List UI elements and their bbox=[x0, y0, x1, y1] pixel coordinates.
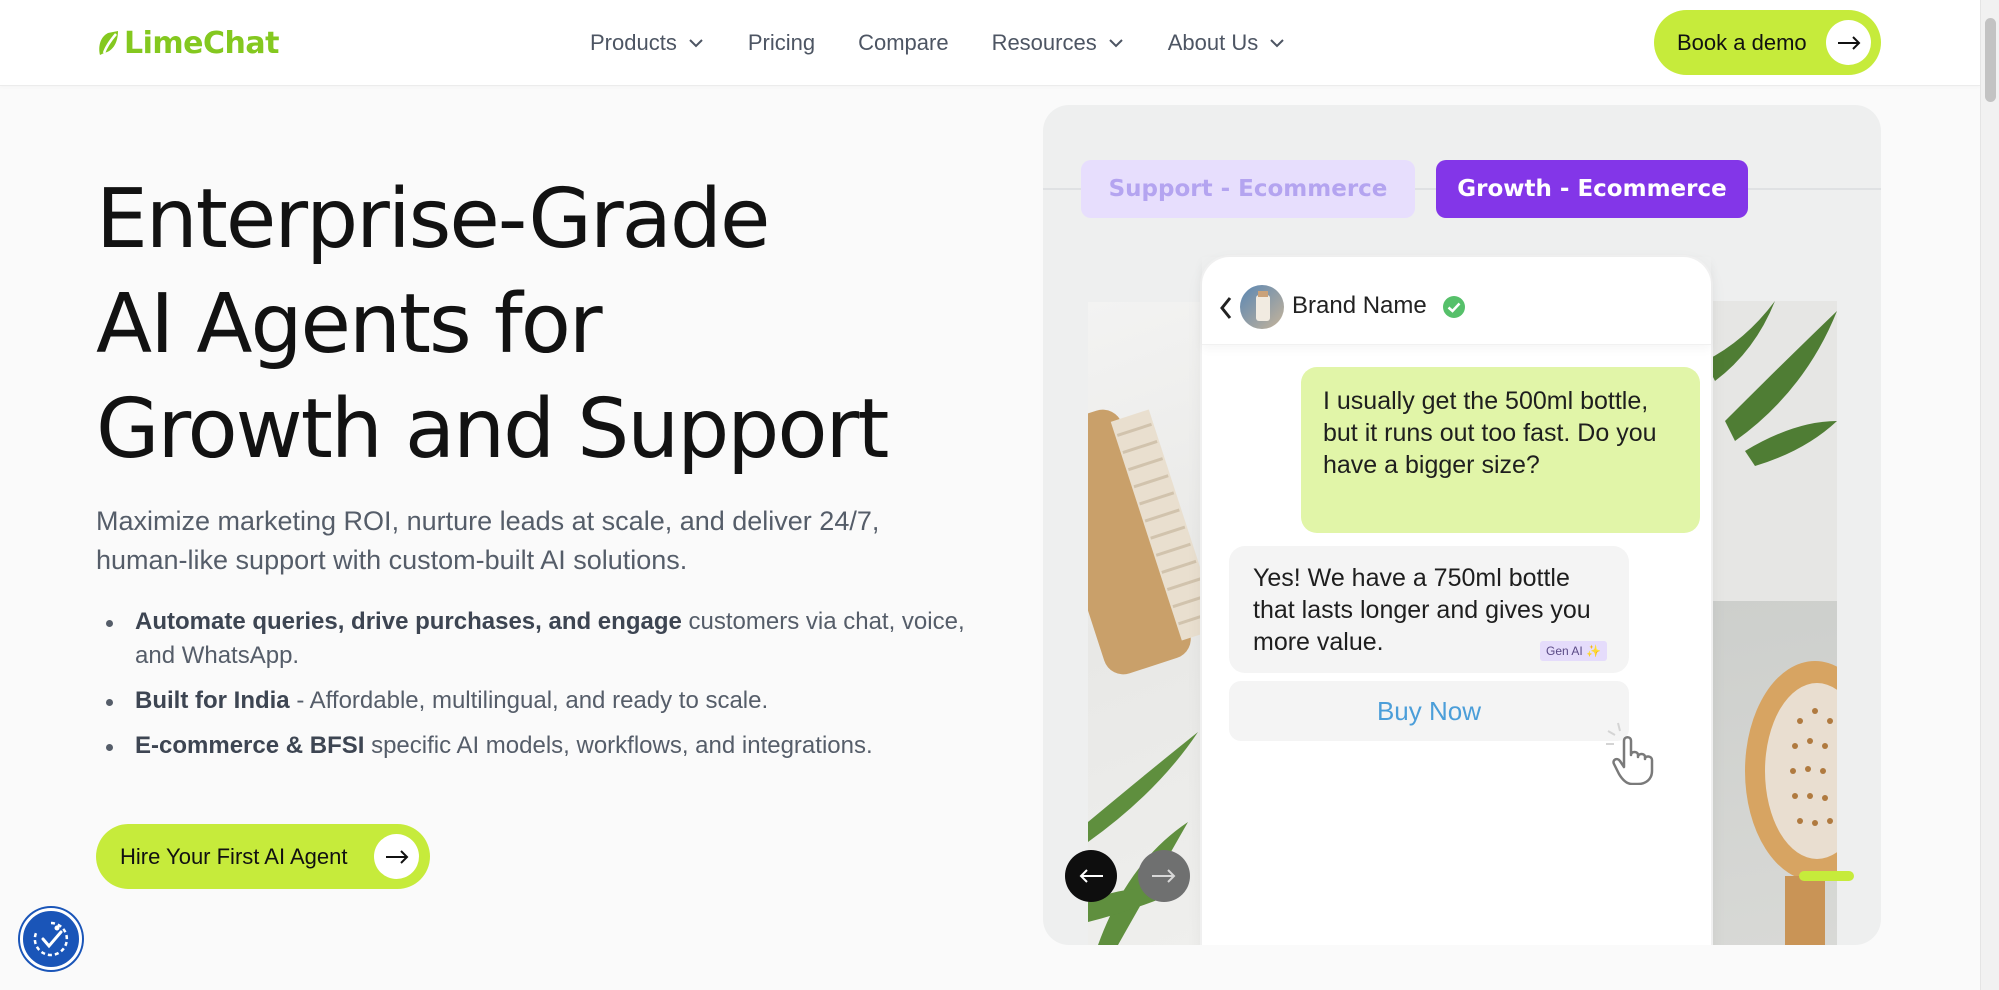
hero-title-line-2: AI Agents for bbox=[96, 277, 603, 372]
tab-support-ecommerce[interactable]: Support - Ecommerce bbox=[1081, 160, 1415, 218]
nav-products[interactable]: Products bbox=[590, 30, 705, 56]
carousel-next-button[interactable] bbox=[1138, 850, 1190, 902]
nav-pricing-label: Pricing bbox=[747, 30, 816, 55]
hero-title-line-1: Enterprise-Grade bbox=[96, 172, 770, 267]
chevron-down-icon bbox=[1109, 39, 1123, 48]
demo-carousel: Support - Ecommerce Growth - Ecommerce B… bbox=[1043, 105, 1881, 945]
verified-check-icon bbox=[1443, 296, 1465, 318]
carousel-prev-button[interactable] bbox=[1065, 850, 1117, 902]
book-demo-button[interactable]: Book a demo bbox=[1654, 10, 1881, 75]
leaf-logo-icon bbox=[99, 31, 118, 55]
chevron-down-icon bbox=[689, 39, 703, 48]
logo[interactable]: LimeChat bbox=[96, 24, 279, 62]
book-demo-label: Book a demo bbox=[1677, 29, 1807, 55]
product-image-right bbox=[1705, 301, 1837, 945]
arrow-right-icon bbox=[1826, 20, 1871, 65]
user-message-bubble: I usually get the 500ml bottle, but it r… bbox=[1301, 367, 1700, 533]
chevron-down-icon bbox=[1270, 39, 1284, 48]
pointer-hand-icon bbox=[1606, 722, 1654, 785]
carousel-progress-indicator bbox=[1799, 871, 1854, 881]
feature-item: Built for India - Affordable, multilingu… bbox=[96, 684, 976, 718]
nav-resources-label: Resources bbox=[991, 30, 1097, 55]
nav-products-label: Products bbox=[590, 30, 677, 55]
site-header: LimeChat Products Pricing Compare Resour… bbox=[0, 0, 1980, 86]
brand-avatar bbox=[1240, 285, 1284, 329]
chat-phone-mockup: Brand Name I usually get the 500ml bottl… bbox=[1202, 257, 1711, 945]
nav-compare-label: Compare bbox=[858, 30, 949, 55]
chat-header: Brand Name bbox=[1202, 257, 1711, 345]
feature-item-text: - Affordable, multilingual, and ready to… bbox=[289, 687, 769, 714]
feature-list: Automate queries, drive purchases, and e… bbox=[96, 605, 976, 774]
scrollbar-thumb[interactable] bbox=[1985, 18, 1996, 102]
hire-ai-agent-button[interactable]: Hire Your First AI Agent bbox=[96, 824, 430, 889]
accessibility-icon bbox=[33, 921, 69, 957]
back-chevron-icon[interactable] bbox=[1218, 295, 1234, 321]
feature-item-text: specific AI models, workflows, and integ… bbox=[364, 732, 873, 759]
feature-item-bold: E-commerce & BFSI bbox=[135, 732, 365, 759]
arrow-right-icon bbox=[1152, 869, 1176, 883]
hire-ai-agent-label: Hire Your First AI Agent bbox=[120, 843, 348, 869]
arrow-right-icon bbox=[374, 834, 419, 879]
nav-about-us[interactable]: About Us bbox=[1168, 30, 1287, 56]
feature-item: Automate queries, drive purchases, and e… bbox=[96, 605, 976, 673]
tab-growth-ecommerce[interactable]: Growth - Ecommerce bbox=[1436, 160, 1748, 218]
main-nav: Products Pricing Compare Resources About… bbox=[590, 22, 1329, 64]
nav-compare[interactable]: Compare bbox=[858, 30, 948, 56]
hero-title-line-3: Growth and Support bbox=[96, 382, 889, 477]
feature-item-bold: Automate queries, drive purchases, and e… bbox=[135, 608, 682, 635]
hero-subtitle: Maximize marketing ROI, nurture leads at… bbox=[96, 506, 880, 575]
nav-pricing[interactable]: Pricing bbox=[748, 30, 815, 56]
page-scrollbar[interactable] bbox=[1980, 0, 1999, 990]
arrow-left-icon bbox=[1079, 869, 1103, 883]
nav-resources[interactable]: Resources bbox=[992, 30, 1125, 56]
logo-text: LimeChat bbox=[124, 25, 279, 61]
feature-item: E-commerce & BFSI specific AI models, wo… bbox=[96, 729, 976, 763]
brand-name: Brand Name bbox=[1292, 292, 1427, 319]
buy-now-button[interactable]: Buy Now bbox=[1229, 681, 1629, 741]
gen-ai-badge: Gen AI ✨ bbox=[1540, 641, 1607, 661]
product-image-left bbox=[1088, 302, 1208, 945]
feature-item-bold: Built for India bbox=[135, 687, 290, 714]
accessibility-button[interactable] bbox=[20, 908, 82, 970]
nav-about-us-label: About Us bbox=[1167, 30, 1259, 55]
hero-title: Enterprise-Grade AI Agents for Growth an… bbox=[96, 167, 996, 482]
bot-message-bubble: Yes! We have a 750ml bottle that lasts l… bbox=[1229, 546, 1629, 673]
